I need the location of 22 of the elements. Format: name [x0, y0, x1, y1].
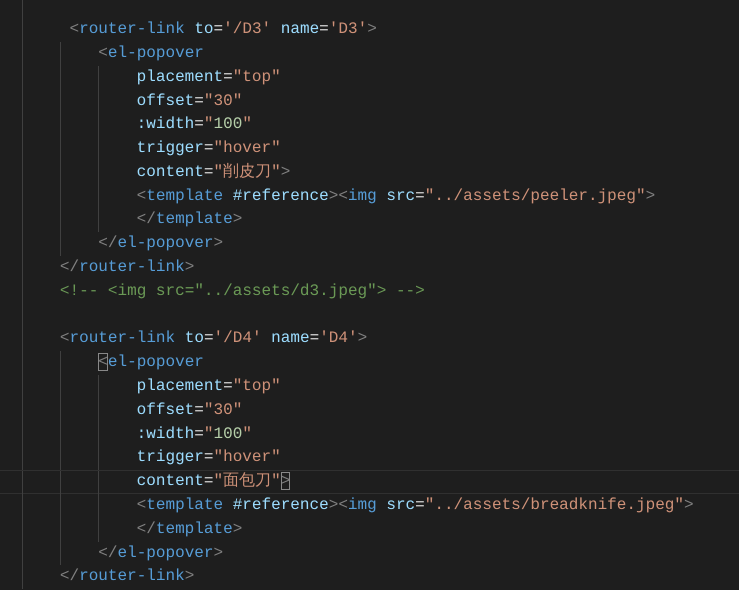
- code-line: </el-popover>: [98, 544, 224, 562]
- code-line: placement="top": [136, 68, 281, 86]
- code-line: <!-- <img src="../assets/d3.jpeg"> -->: [60, 282, 425, 300]
- code-line: placement="top": [136, 377, 281, 396]
- code-line: <template #reference><img src="../assets/breadknife.jpeg">: [136, 496, 694, 514]
- code-line: <el-popover: [98, 353, 204, 372]
- code-line: </template>: [136, 520, 242, 538]
- code-line: </router-link>: [60, 567, 194, 586]
- code-line: <router-link to='/D3' name='D3'>: [68, 20, 377, 38]
- code-line: trigger="hover": [136, 139, 281, 158]
- code-line: content="削皮刀">: [136, 162, 290, 181]
- code-line: :width="100": [136, 424, 252, 443]
- code-line: :width="100": [136, 115, 252, 134]
- code-line: <el-popover: [98, 44, 204, 62]
- code-line: </el-popover>: [98, 234, 224, 252]
- code-line: offset="30": [136, 400, 242, 419]
- code-line: </router-link>: [60, 258, 194, 276]
- code-line: offset="30": [136, 92, 242, 110]
- code-line: </template>: [136, 210, 242, 228]
- code-line: <template #reference><img src="../assets/peeler.jpeg">: [136, 186, 656, 205]
- code-line: <router-link to='/D4' name='D4'>: [60, 329, 368, 348]
- code-line: trigger="hover": [136, 448, 281, 466]
